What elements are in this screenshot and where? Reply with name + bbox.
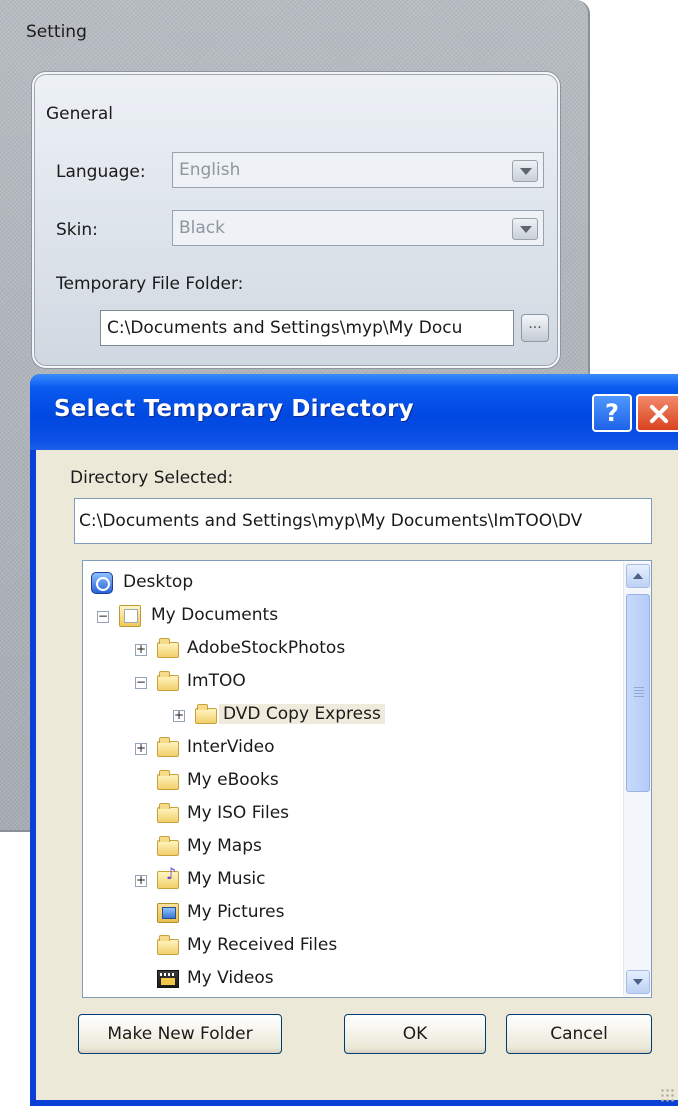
directory-selected-value: C:\Documents and Settings\myp\My Documen… — [79, 511, 583, 531]
tree-item-label: Desktop — [123, 572, 194, 592]
tree-item-label: My Documents — [151, 605, 279, 625]
tree-item-my-maps[interactable]: My Maps — [83, 833, 623, 863]
tree-item-my-iso-files[interactable]: My ISO Files — [83, 800, 623, 830]
tree-item-label: InterVideo — [187, 737, 275, 757]
temp-folder-label: Temporary File Folder: — [56, 274, 244, 294]
tree-item-label: My Music — [187, 869, 266, 889]
tree-item-intervideo[interactable]: + InterVideo — [83, 734, 623, 764]
expand-icon[interactable]: + — [135, 643, 147, 656]
pictures-folder-icon — [157, 903, 179, 923]
general-group: General Language: English Skin: Black Te… — [32, 72, 560, 368]
expand-icon[interactable]: + — [173, 709, 185, 722]
skin-dropdown-icon[interactable] — [512, 218, 538, 240]
tree-scrollbar[interactable] — [623, 562, 651, 996]
scroll-down-icon[interactable] — [626, 970, 650, 994]
temp-folder-value: C:\Documents and Settings\myp\My Docu — [107, 318, 463, 338]
tree-item-label: AdobeStockPhotos — [187, 638, 346, 658]
music-folder-icon — [157, 864, 179, 889]
language-value: English — [179, 160, 241, 180]
tree-item-label: ImTOO — [187, 671, 246, 691]
folder-icon — [157, 935, 179, 955]
tree-item-label: My Maps — [187, 836, 262, 856]
tree-item-label: DVD Copy Express — [219, 704, 385, 724]
help-button[interactable]: ? — [592, 394, 632, 432]
tree-item-dvd-copy-express[interactable]: + DVD Copy Express — [83, 701, 623, 731]
collapse-icon[interactable]: − — [97, 610, 109, 623]
tree-item-desktop[interactable]: Desktop — [83, 569, 623, 599]
tree-item-label: My Videos — [187, 968, 274, 988]
folder-icon — [157, 770, 179, 790]
folder-icon — [157, 671, 179, 691]
folder-icon — [157, 737, 179, 757]
tree-item-my-pictures[interactable]: My Pictures — [83, 899, 623, 929]
temp-folder-field[interactable]: C:\Documents and Settings\myp\My Docu — [100, 310, 514, 346]
folder-icon — [157, 836, 179, 856]
tree-item-my-documents[interactable]: − My Documents — [83, 602, 623, 632]
tree-item-imtoo[interactable]: − ImTOO — [83, 668, 623, 698]
tree-item-label: My eBooks — [187, 770, 279, 790]
make-new-folder-button[interactable]: Make New Folder — [78, 1014, 282, 1054]
language-label: Language: — [56, 162, 146, 182]
tree-item-my-received-files[interactable]: My Received Files — [83, 932, 623, 962]
tree-item-label: My ISO Files — [187, 803, 290, 823]
browse-button[interactable]: ... — [521, 314, 549, 342]
select-directory-dialog: Select Temporary Directory ? Directory S… — [30, 374, 678, 1106]
folder-tree[interactable]: Desktop − My Documents + AdobeStockPhoto… — [82, 560, 652, 998]
expand-icon[interactable]: + — [135, 742, 147, 755]
scroll-up-icon[interactable] — [626, 564, 650, 588]
tree-item-my-music[interactable]: + My Music — [83, 864, 623, 896]
resize-grip-icon[interactable] — [660, 1088, 674, 1102]
videos-folder-icon — [157, 970, 179, 988]
desktop-icon — [91, 572, 113, 594]
general-title: General — [46, 104, 113, 124]
folder-icon — [157, 638, 179, 658]
tree-item-label: My Received Files — [187, 935, 338, 955]
scroll-thumb[interactable] — [626, 594, 650, 792]
language-dropdown-icon[interactable] — [512, 160, 538, 182]
skin-label: Skin: — [56, 220, 98, 240]
close-button[interactable] — [636, 394, 678, 432]
skin-value: Black — [179, 218, 225, 238]
folder-open-icon — [195, 704, 217, 724]
skin-select[interactable]: Black — [172, 210, 544, 246]
setting-title: Setting — [26, 22, 87, 42]
cancel-button[interactable]: Cancel — [506, 1014, 652, 1054]
ok-button[interactable]: OK — [344, 1014, 486, 1054]
dialog-title: Select Temporary Directory — [54, 396, 414, 422]
my-documents-icon — [119, 605, 141, 627]
directory-selected-label: Directory Selected: — [70, 468, 234, 488]
directory-selected-field[interactable]: C:\Documents and Settings\myp\My Documen… — [74, 498, 652, 544]
expand-icon[interactable]: + — [135, 874, 147, 887]
tree-item-my-videos[interactable]: My Videos — [83, 965, 623, 995]
language-select[interactable]: English — [172, 152, 544, 188]
tree-item-adobestockphotos[interactable]: + AdobeStockPhotos — [83, 635, 623, 665]
tree-item-my-ebooks[interactable]: My eBooks — [83, 767, 623, 797]
dialog-titlebar[interactable]: Select Temporary Directory ? — [30, 374, 678, 450]
folder-icon — [157, 803, 179, 823]
tree-item-label: My Pictures — [187, 902, 285, 922]
collapse-icon[interactable]: − — [135, 676, 147, 689]
